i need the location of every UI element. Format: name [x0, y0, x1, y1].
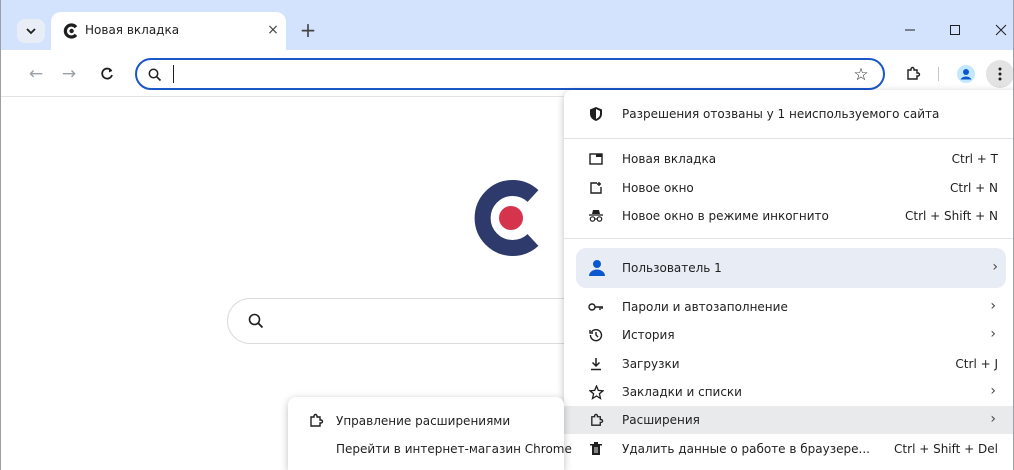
tab-strip: Новая вкладка × + [1, 0, 1013, 50]
minimize-button[interactable] [898, 18, 922, 42]
address-input[interactable] [171, 63, 821, 85]
key-icon [588, 299, 604, 315]
chevron-right-icon: › [990, 383, 996, 399]
menu-item-label: Загрузки [622, 357, 680, 371]
menu-item-shortcut: Ctrl + J [955, 357, 998, 371]
chevron-right-icon: › [990, 411, 996, 427]
submenu-item-webstore[interactable]: Перейти в интернет-магазин Chrome [288, 435, 572, 463]
menu-item-shortcut: Ctrl + Shift + N [905, 209, 998, 223]
tab-new-tab[interactable]: Новая вкладка × [51, 12, 286, 50]
menu-item-bookmarks[interactable]: Закладки и списки › [564, 378, 1013, 406]
menu-item-downloads[interactable]: Загрузки Ctrl + J [564, 350, 1013, 378]
puzzle-icon [310, 413, 324, 427]
maximize-icon [950, 25, 960, 35]
submenu-item-label: Перейти в интернет-магазин Chrome [336, 442, 572, 456]
history-icon [588, 327, 604, 343]
reload-button[interactable] [94, 61, 120, 87]
toolbar-divider [938, 67, 939, 81]
menu-item-label: Новое окно в режиме инкогнито [622, 209, 829, 223]
forward-button[interactable]: → [56, 61, 82, 87]
menu-item-label: Пароли и автозаполнение [622, 300, 788, 314]
omnibox[interactable]: ☆ [135, 58, 885, 90]
tab-close-button[interactable]: × [263, 20, 283, 40]
menu-item-clear-data[interactable]: Удалить данные о работе в браузере... Ct… [564, 435, 1013, 463]
menu-item-label: Расширения [622, 413, 700, 427]
menu-item-shortcut: Ctrl + T [951, 152, 998, 166]
puzzle-icon [588, 412, 604, 428]
menu-item-label: Закладки и списки [622, 385, 742, 399]
text-caret [173, 65, 174, 83]
search-icon [248, 313, 264, 329]
kebab-menu-icon [998, 67, 1002, 81]
menu-item-label: Новая вкладка [622, 152, 717, 166]
maximize-button[interactable] [943, 18, 967, 42]
minimize-icon [905, 29, 915, 31]
menu-item-profile[interactable]: Пользователь 1 › [576, 248, 1006, 288]
close-window-button[interactable] [989, 18, 1013, 42]
chevron-right-icon: › [992, 259, 998, 275]
menu-divider [564, 138, 1013, 139]
download-icon [588, 356, 604, 372]
person-icon [589, 260, 605, 276]
menu-item-shortcut: Ctrl + Shift + Del [894, 442, 998, 456]
ntp-search-box[interactable] [227, 298, 587, 344]
menu-item-label: Новое окно [622, 181, 694, 195]
menu-item-label: Пользователь 1 [622, 261, 722, 275]
reload-icon [101, 67, 113, 80]
trash-icon [588, 441, 604, 457]
menu-item-shortcut: Ctrl + N [949, 181, 998, 195]
menu-item-permissions[interactable]: Разрешения отозваны у 1 неиспользуемого … [564, 100, 1013, 128]
search-icon [148, 68, 162, 82]
menu-divider [564, 238, 1013, 239]
chrome-menu-button[interactable] [986, 60, 1013, 88]
puzzle-icon [907, 66, 921, 80]
chrome-favicon-icon [63, 23, 78, 39]
menu-item-history[interactable]: История › [564, 321, 1013, 349]
menu-item-extensions[interactable]: Расширения › [564, 406, 1013, 434]
menu-item-new-window[interactable]: Новое окно Ctrl + N [564, 174, 1013, 202]
new-tab-icon [588, 151, 604, 167]
browser-window: Новая вкладка × + ← → ☆ Разрешения отозв… [0, 0, 1014, 470]
menu-item-label: Удалить данные о работе в браузере... [622, 442, 870, 456]
profile-button[interactable] [954, 62, 978, 86]
close-icon [995, 24, 1007, 36]
submenu-item-label: Управление расширениями [336, 414, 511, 428]
tab-search-button[interactable] [17, 19, 45, 43]
chrome-menu: Разрешения отозваны у 1 неиспользуемого … [564, 90, 1013, 470]
incognito-icon [588, 208, 604, 224]
submenu-item-manage-extensions[interactable]: Управление расширениями [288, 407, 564, 435]
avatar-icon [957, 65, 975, 83]
menu-item-passwords[interactable]: Пароли и автозаполнение › [564, 293, 1013, 321]
bookmark-star-icon[interactable]: ☆ [851, 65, 871, 85]
new-tab-button[interactable]: + [296, 18, 320, 42]
extensions-submenu: Управление расширениями Перейти в интерн… [288, 397, 572, 470]
chevron-right-icon: › [990, 298, 996, 314]
extensions-button[interactable] [901, 62, 925, 86]
menu-item-label: Разрешения отозваны у 1 неиспользуемого … [622, 107, 940, 121]
menu-item-incognito[interactable]: Новое окно в режиме инкогнито Ctrl + Shi… [564, 202, 1013, 230]
star-icon [588, 384, 604, 400]
shield-icon [588, 106, 604, 122]
menu-item-label: История [622, 328, 675, 342]
chevron-right-icon: › [990, 326, 996, 342]
chevron-down-icon [26, 28, 36, 35]
tab-title: Новая вкладка [85, 23, 180, 37]
new-window-icon [588, 180, 604, 196]
back-button[interactable]: ← [23, 61, 49, 87]
menu-item-new-tab[interactable]: Новая вкладка Ctrl + T [564, 145, 1013, 173]
chrome-logo [474, 180, 539, 256]
